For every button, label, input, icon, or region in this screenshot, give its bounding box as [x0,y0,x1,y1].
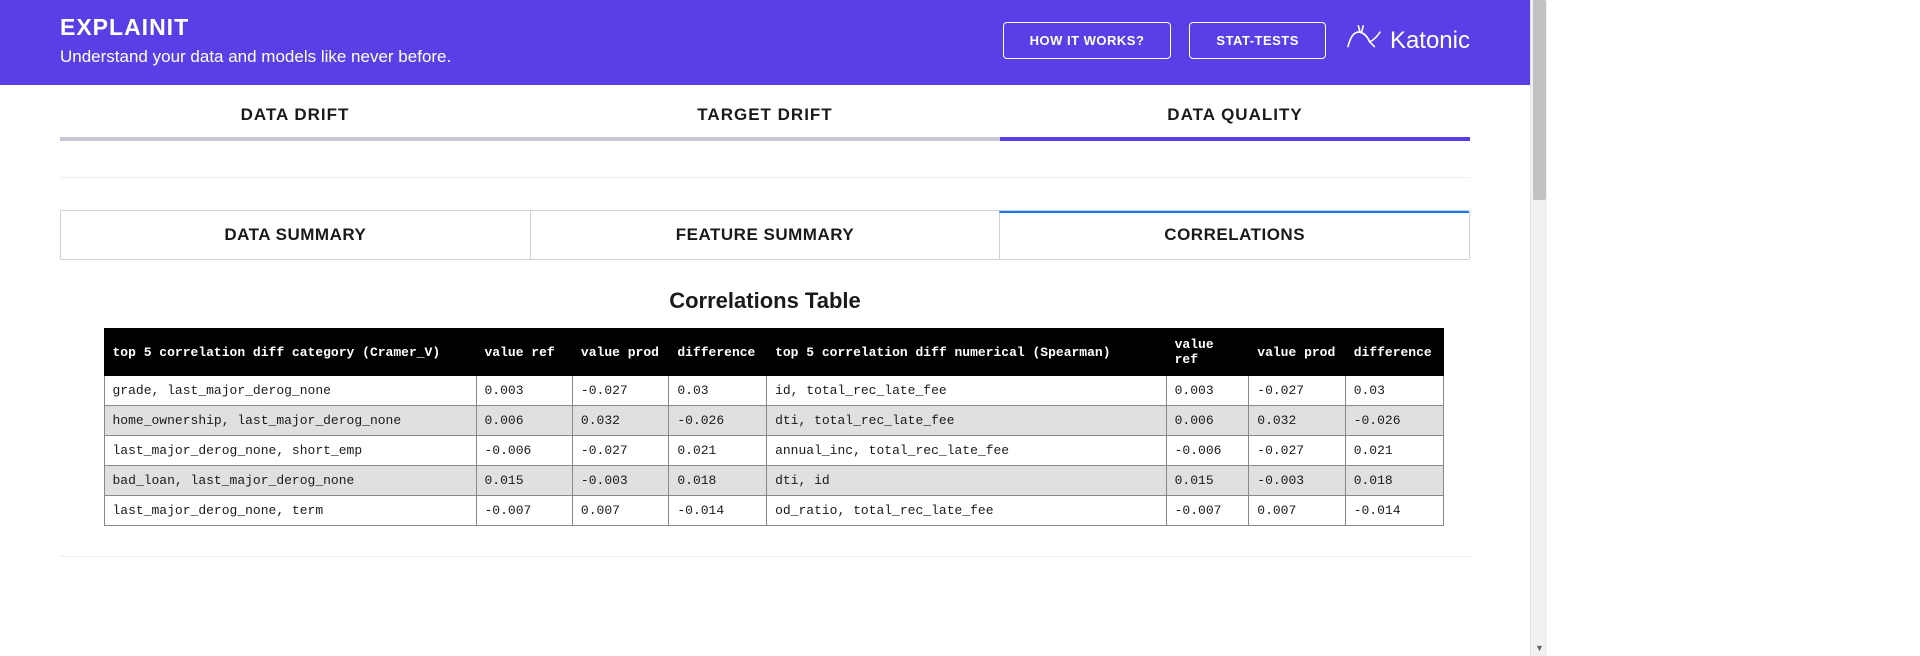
table-cell: -0.006 [476,436,572,466]
tab-target-drift[interactable]: TARGET DRIFT [530,87,1000,141]
stat-tests-button[interactable]: STAT-TESTS [1189,22,1326,59]
table-cell: 0.03 [1345,376,1443,406]
table-cell: last_major_derog_none, short_emp [104,436,476,466]
col-num: top 5 correlation diff numerical (Spearm… [767,329,1167,376]
table-cell: 0.032 [572,406,668,436]
table-cell: od_ratio, total_rec_late_fee [767,496,1167,526]
table-cell: 0.015 [476,466,572,496]
table-row: home_ownership, last_major_derog_none0.0… [104,406,1443,436]
table-cell: -0.026 [669,406,767,436]
app-header: EXPLAINIT Understand your data and model… [0,0,1530,85]
table-cell: 0.021 [669,436,767,466]
table-cell: id, total_rec_late_fee [767,376,1167,406]
table-cell: 0.007 [572,496,668,526]
table-cell: 0.007 [1249,496,1345,526]
divider [60,556,1470,557]
table-cell: 0.006 [476,406,572,436]
table-cell: -0.027 [572,376,668,406]
table-cell: grade, last_major_derog_none [104,376,476,406]
table-cell: -0.014 [1345,496,1443,526]
table-cell: 0.032 [1249,406,1345,436]
table-row: last_major_derog_none, short_emp-0.006-0… [104,436,1443,466]
table-cell: -0.014 [669,496,767,526]
table-cell: -0.003 [572,466,668,496]
tab-data-drift[interactable]: DATA DRIFT [60,87,530,141]
table-cell: 0.006 [1166,406,1249,436]
table-cell: -0.003 [1249,466,1345,496]
table-cell: dti, id [767,466,1167,496]
table-row: bad_loan, last_major_derog_none0.015-0.0… [104,466,1443,496]
col-valprod-1: value prod [572,329,668,376]
table-cell: -0.027 [1249,436,1345,466]
subtab-feature-summary[interactable]: FEATURE SUMMARY [530,211,1000,259]
table-cell: -0.027 [1249,376,1345,406]
table-row: last_major_derog_none, term-0.0070.007-0… [104,496,1443,526]
primary-tabs: DATA DRIFT TARGET DRIFT DATA QUALITY [0,87,1530,141]
col-diff-1: difference [669,329,767,376]
col-valprod-2: value prod [1249,329,1345,376]
table-header-row: top 5 correlation diff category (Cramer_… [104,329,1443,376]
table-cell: 0.03 [669,376,767,406]
table-cell: 0.021 [1345,436,1443,466]
table-cell: -0.006 [1166,436,1249,466]
tab-data-quality[interactable]: DATA QUALITY [1000,87,1470,141]
table-cell: -0.007 [476,496,572,526]
subtab-data-summary[interactable]: DATA SUMMARY [61,211,530,259]
kangaroo-icon [1344,22,1384,59]
vertical-scrollbar[interactable]: ▼ [1530,0,1547,656]
table-cell: annual_inc, total_rec_late_fee [767,436,1167,466]
col-valref-2: value ref [1166,329,1249,376]
table-cell: 0.015 [1166,466,1249,496]
table-cell: 0.003 [1166,376,1249,406]
correlations-table: top 5 correlation diff category (Cramer_… [104,328,1444,526]
table-cell: home_ownership, last_major_derog_none [104,406,476,436]
table-cell: 0.018 [1345,466,1443,496]
col-cat: top 5 correlation diff category (Cramer_… [104,329,476,376]
app-subtitle: Understand your data and models like nev… [60,47,451,67]
col-valref-1: value ref [476,329,572,376]
subtab-correlations[interactable]: CORRELATIONS [999,211,1469,259]
app-title: EXPLAINIT [60,14,451,41]
table-cell: -0.007 [1166,496,1249,526]
col-diff-2: difference [1345,329,1443,376]
table-cell: 0.018 [669,466,767,496]
how-it-works-button[interactable]: HOW IT WORKS? [1003,22,1172,59]
table-cell: 0.003 [476,376,572,406]
scrollbar-thumb[interactable] [1533,0,1546,200]
table-cell: last_major_derog_none, term [104,496,476,526]
table-title: Correlations Table [0,288,1530,314]
brand-logo: Katonic [1344,22,1470,59]
table-cell: dti, total_rec_late_fee [767,406,1167,436]
brand-text: Katonic [1390,27,1470,55]
scroll-down-icon[interactable]: ▼ [1531,639,1548,656]
table-row: grade, last_major_derog_none0.003-0.0270… [104,376,1443,406]
table-cell: bad_loan, last_major_derog_none [104,466,476,496]
table-cell: -0.026 [1345,406,1443,436]
secondary-tabs: DATA SUMMARY FEATURE SUMMARY CORRELATION… [60,210,1470,260]
divider [60,177,1470,178]
table-cell: -0.027 [572,436,668,466]
